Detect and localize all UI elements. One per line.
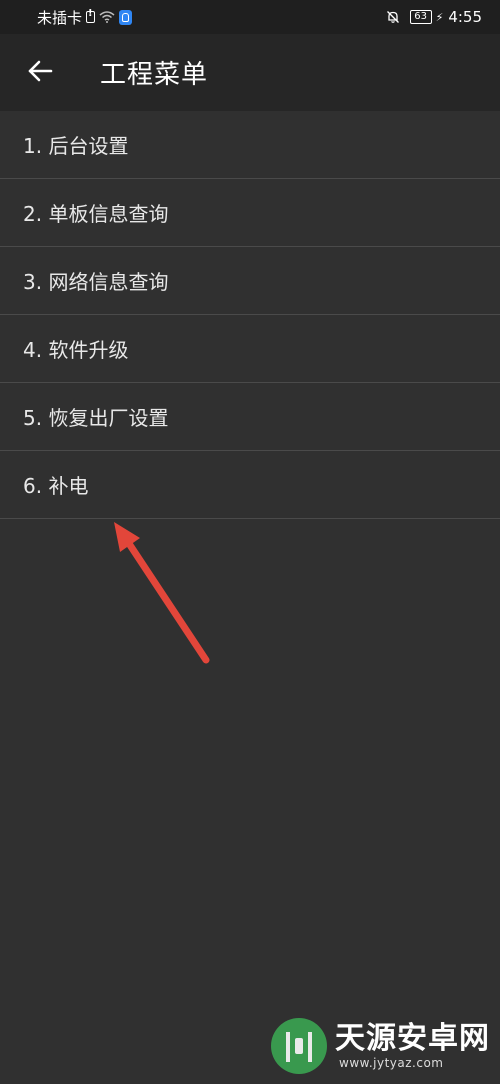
watermark-url: www.jytyaz.com [339,1056,444,1070]
toolbar: 工程菜单 [0,34,500,111]
wifi-icon [99,11,115,23]
menu-item-board-info[interactable]: 2. 单板信息查询 [0,179,500,247]
menu-item-background-settings[interactable]: 1. 后台设置 [0,111,500,179]
screen: 未插卡 63 ⚡ 4:55 [0,0,500,1084]
menu-item-label: 3. 网络信息查询 [23,270,169,294]
status-left: 未插卡 [37,7,133,28]
menu-item-factory-reset[interactable]: 5. 恢复出厂设置 [0,383,500,451]
bolt-icon: ⚡ [435,10,444,24]
back-button[interactable] [10,43,70,103]
status-time: 4:55 [448,8,482,26]
page-title: 工程菜单 [100,60,209,90]
shield-icon [119,9,133,25]
bell-off-icon [386,10,400,24]
menu-item-label: 5. 恢复出厂设置 [23,406,169,430]
menu-item-software-upgrade[interactable]: 4. 软件升级 [0,315,500,383]
menu-item-label: 1. 后台设置 [23,134,129,158]
status-bar: 未插卡 63 ⚡ 4:55 [0,0,500,34]
battery-icon: 63 [409,10,432,24]
menu-item-label: 4. 软件升级 [23,338,129,362]
watermark-logo-icon [271,1018,327,1074]
menu-list: 1. 后台设置 2. 单板信息查询 3. 网络信息查询 4. 软件升级 5. 恢… [0,111,500,519]
watermark-text: 天源安卓网 www.jytyaz.com [335,1021,490,1071]
watermark: 天源安卓网 www.jytyaz.com [271,1018,490,1074]
menu-item-battery-charge[interactable]: 6. 补电 [0,451,500,519]
sim-card-icon [86,8,96,23]
carrier-text: 未插卡 [37,8,83,27]
arrow-left-icon [27,60,53,86]
menu-item-label: 2. 单板信息查询 [23,202,169,226]
watermark-name: 天源安卓网 [335,1021,490,1056]
menu-item-network-info[interactable]: 3. 网络信息查询 [0,247,500,315]
menu-item-label: 6. 补电 [23,474,89,498]
status-right: 63 ⚡ 4:55 [386,8,482,26]
